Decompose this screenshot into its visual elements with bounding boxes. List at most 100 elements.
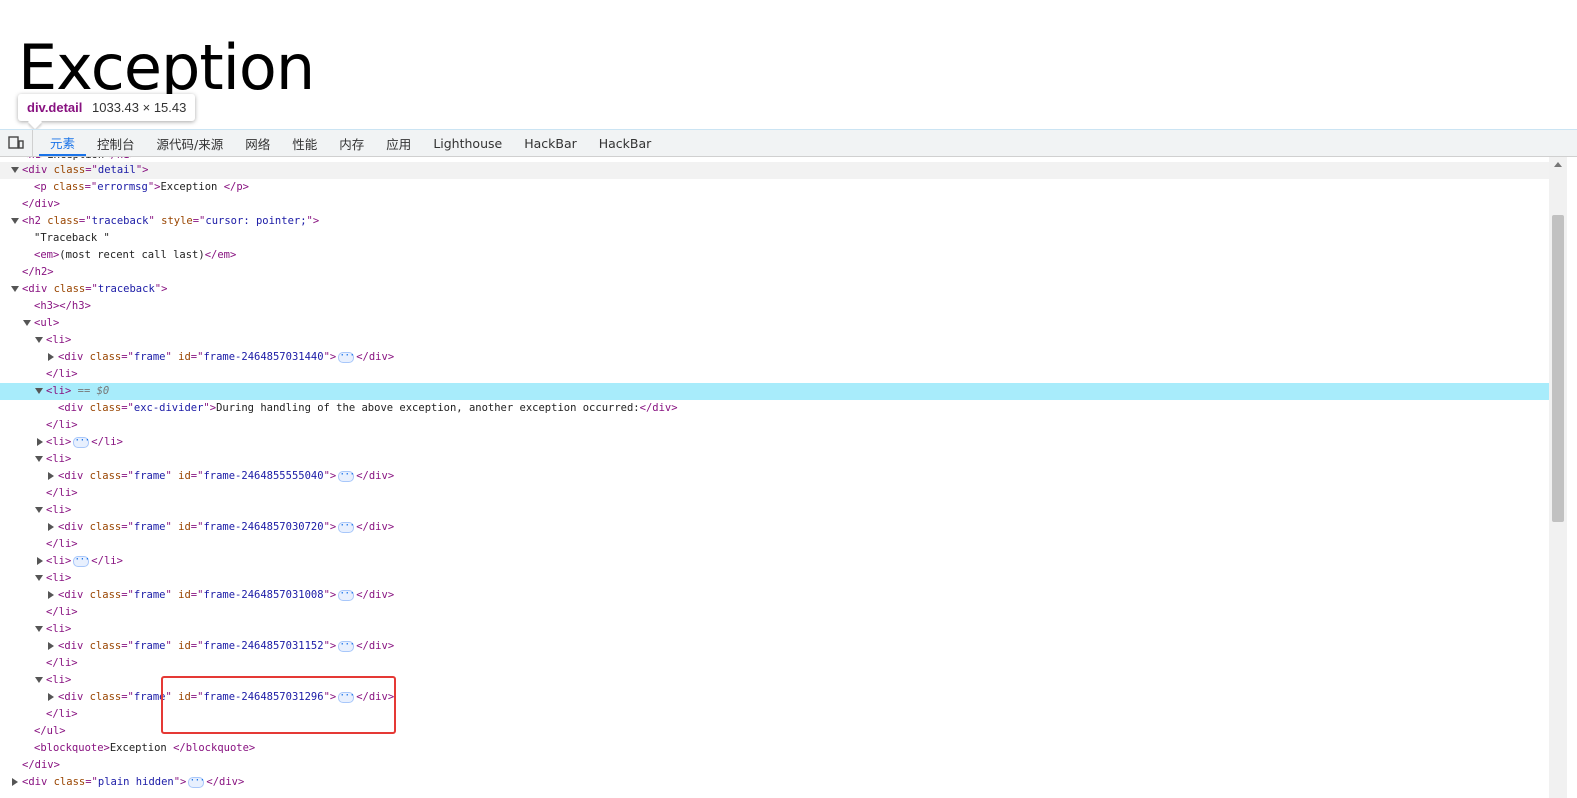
dom-node-p-errormsg[interactable]: <p class="errormsg">Exception </p>	[0, 179, 1549, 196]
dom-node-li[interactable]: <li>	[0, 621, 1549, 638]
dom-node-li-collapsed[interactable]: <li> ··· </li>	[0, 553, 1549, 570]
dom-node-li-collapsed[interactable]: <li> ··· </li>	[0, 434, 1549, 451]
dom-node-div-frame[interactable]: <div class="frame" id="frame-24648555550…	[0, 468, 1549, 485]
tag-open: <li>	[46, 334, 72, 346]
collapse-triangle-icon[interactable]	[48, 523, 54, 531]
dom-node-li[interactable]: <li>	[0, 451, 1549, 468]
dom-node-div-exc-divider[interactable]: <div class="exc-divider">During handling…	[0, 400, 1549, 417]
attr-value: traceback	[91, 215, 149, 227]
attr-sep: "	[165, 589, 179, 601]
attr-value: exc-divider	[133, 402, 204, 414]
dom-close-h2[interactable]: </h2>	[0, 264, 1549, 281]
ellipsis-icon[interactable]: ···	[188, 775, 205, 788]
dom-node-li-selected[interactable]: <li> == $0	[0, 383, 1549, 400]
expand-triangle-icon[interactable]	[35, 677, 43, 683]
ellipsis-icon[interactable]: ···	[338, 469, 355, 482]
scrollbar-thumb[interactable]	[1552, 215, 1564, 522]
dom-close-div[interactable]: </div>	[0, 757, 1549, 774]
tab-elements[interactable]: 元素	[39, 130, 87, 156]
tag-open: <div	[58, 521, 90, 533]
tag-close: ">	[306, 215, 320, 227]
attr-value: frame-2464857030720	[203, 521, 324, 533]
ellipsis-icon[interactable]: ···	[73, 435, 90, 448]
tag-open: <li>	[46, 674, 72, 686]
dom-node-div-frame[interactable]: <div class="frame" id="frame-24648570314…	[0, 349, 1549, 366]
tab-application[interactable]: 应用	[375, 130, 422, 156]
attr-name: class	[53, 283, 86, 295]
dom-node-div-frame[interactable]: <div class="frame" id="frame-24648570307…	[0, 519, 1549, 536]
attr-value: cursor: pointer;	[205, 215, 307, 227]
tag-open: <div	[58, 402, 90, 414]
expand-triangle-icon[interactable]	[35, 575, 43, 581]
dom-close-li[interactable]: </li>	[0, 417, 1549, 434]
dom-node-div-frame[interactable]: <div class="frame" id="frame-24648570311…	[0, 638, 1549, 655]
dom-close-li[interactable]: </li>	[0, 485, 1549, 502]
dom-node-li[interactable]: <li>	[0, 502, 1549, 519]
dom-tree-scrollbar[interactable]	[1549, 157, 1567, 798]
attr-value: errormsg	[97, 181, 148, 193]
ellipsis-icon[interactable]: ···	[338, 350, 355, 363]
expand-triangle-icon[interactable]	[35, 388, 43, 394]
attr-name: class	[89, 402, 122, 414]
tab-memory[interactable]: 内存	[328, 130, 375, 156]
tag-close: ">	[135, 164, 149, 176]
expand-triangle-icon[interactable]	[11, 286, 19, 292]
tag-end: </li>	[46, 368, 78, 380]
dom-text-node[interactable]: "Traceback "	[0, 230, 1549, 247]
expand-triangle-icon[interactable]	[35, 456, 43, 462]
tag-end: </div>	[356, 470, 395, 482]
dom-node-ul[interactable]: <ul>	[0, 315, 1549, 332]
tab-performance[interactable]: 性能	[281, 130, 328, 156]
dom-node-li[interactable]: <li>	[0, 570, 1549, 587]
attr-eq: ="	[85, 164, 98, 176]
text-node: Exception	[109, 742, 174, 754]
dom-node-div-traceback[interactable]: <div class="traceback">	[0, 281, 1549, 298]
tag-open: <li>	[46, 555, 72, 567]
collapse-triangle-icon[interactable]	[37, 438, 43, 446]
dom-node-h3[interactable]: <h3></h3>	[0, 298, 1549, 315]
tab-network[interactable]: 网络	[234, 130, 281, 156]
expand-triangle-icon[interactable]	[11, 167, 19, 173]
collapse-triangle-icon[interactable]	[48, 591, 54, 599]
tag-end: </li>	[46, 538, 78, 550]
attr-eq: ="	[190, 521, 204, 533]
attr-value: frame	[133, 521, 166, 533]
dom-node-h2-traceback[interactable]: <h2 class="traceback" style="cursor: poi…	[0, 213, 1549, 230]
scroll-up-arrow-icon[interactable]	[1554, 162, 1562, 167]
dom-close-li[interactable]: </li>	[0, 655, 1549, 672]
dom-node-blockquote[interactable]: <blockquote>Exception </blockquote>	[0, 740, 1549, 757]
tag-close: ">	[323, 521, 337, 533]
collapse-triangle-icon[interactable]	[12, 778, 18, 786]
ellipsis-icon[interactable]: ···	[338, 639, 355, 652]
dom-close-li[interactable]: </li>	[0, 536, 1549, 553]
collapse-triangle-icon[interactable]	[48, 642, 54, 650]
expand-triangle-icon[interactable]	[11, 218, 19, 224]
expand-triangle-icon[interactable]	[35, 626, 43, 632]
collapse-triangle-icon[interactable]	[37, 557, 43, 565]
dom-node-div-frame[interactable]: <div class="frame" id="frame-24648570310…	[0, 587, 1549, 604]
dom-node-div-plain-hidden[interactable]: <div class="plain hidden"> ··· </div>	[0, 774, 1549, 791]
ellipsis-icon[interactable]: ···	[338, 588, 355, 601]
dom-node-em[interactable]: <em>(most recent call last)</em>	[0, 247, 1549, 264]
expand-triangle-icon[interactable]	[35, 337, 43, 343]
tab-console[interactable]: 控制台	[86, 130, 146, 156]
tag-open: <div	[22, 283, 54, 295]
expand-triangle-icon[interactable]	[35, 507, 43, 513]
tab-sources[interactable]: 源代码/来源	[146, 130, 235, 156]
ellipsis-icon[interactable]: ···	[338, 520, 355, 533]
tab-hackbar-2[interactable]: HackBar	[588, 130, 663, 156]
attr-name: id	[178, 589, 191, 601]
collapse-triangle-icon[interactable]	[48, 472, 54, 480]
collapse-triangle-icon[interactable]	[48, 353, 54, 361]
dom-node-li[interactable]: <li>	[0, 332, 1549, 349]
tab-lighthouse[interactable]: Lighthouse	[422, 130, 513, 156]
ellipsis-icon[interactable]: ···	[73, 554, 90, 567]
device-toolbar-icon[interactable]	[0, 130, 33, 156]
dom-close-div[interactable]: </div>	[0, 196, 1549, 213]
dom-close-li[interactable]: </li>	[0, 604, 1549, 621]
tab-hackbar[interactable]: HackBar	[513, 130, 588, 156]
dom-close-li[interactable]: </li>	[0, 366, 1549, 383]
collapse-triangle-icon[interactable]	[48, 693, 54, 701]
dom-node-div-detail[interactable]: <div class="detail">	[0, 162, 1549, 179]
expand-triangle-icon[interactable]	[23, 320, 31, 326]
